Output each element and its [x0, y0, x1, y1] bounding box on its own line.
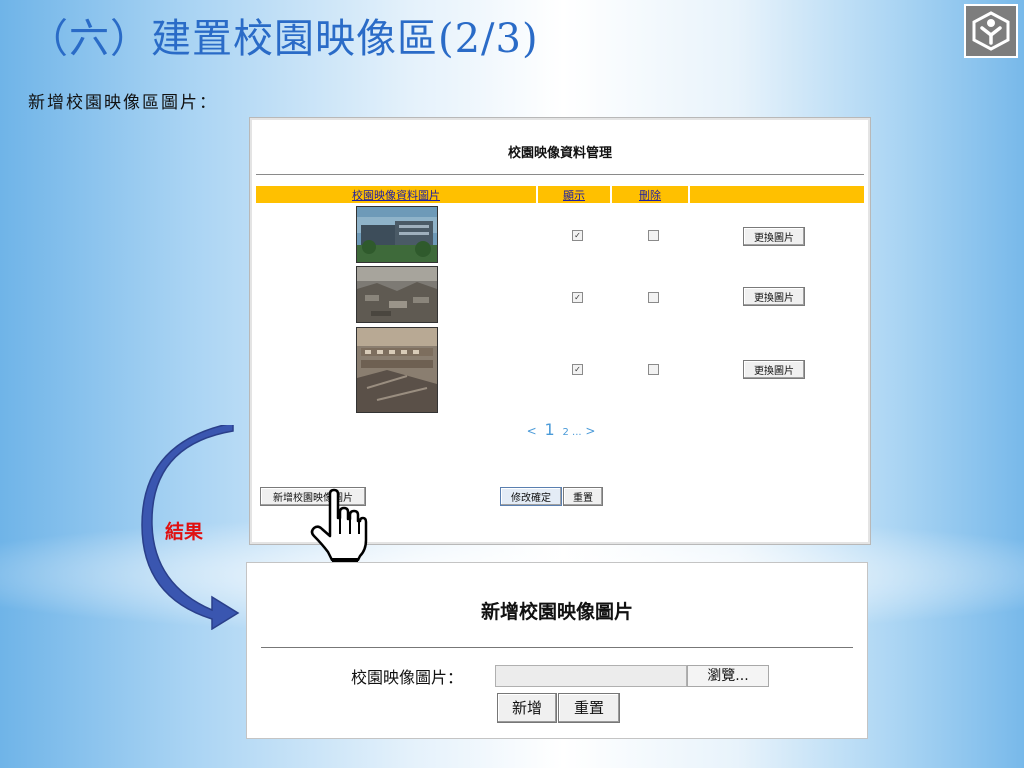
campus-rubble-photo [357, 267, 437, 322]
reset-button[interactable]: 重置 [563, 487, 603, 506]
show-checkbox[interactable]: ✓ [572, 364, 583, 375]
slide-title: （六）建置校園映像區(2/3) [28, 16, 539, 62]
pager-more-pages[interactable]: 2 ... [562, 427, 581, 438]
hand-pointer-icon [310, 488, 368, 562]
pagination: < 1 2 ... > [250, 420, 872, 439]
organization-logo-icon [964, 4, 1018, 58]
header-image[interactable]: 校園映像資料圖片 [256, 187, 536, 203]
logo-graphic [972, 11, 1010, 51]
replace-image-button[interactable]: 更換圖片 [743, 227, 805, 246]
campus-image-thumbnail [356, 327, 438, 413]
reset-button[interactable]: 重置 [558, 693, 620, 723]
confirm-changes-button[interactable]: 修改確定 [500, 487, 562, 506]
header-divider [688, 186, 690, 203]
panel-title: 新增校園映像圖片 [480, 601, 633, 623]
delete-checkbox[interactable] [648, 292, 659, 303]
campus-image-management-panel: 校園映像資料管理 校園映像資料圖片 顯示 刪除 ✓ 更換圖片 ✓ 更換圖片 ✓ … [249, 117, 871, 545]
image-field-label: 校園映像圖片： [351, 668, 464, 687]
pager-prev[interactable]: < [527, 424, 537, 438]
campus-building-photo [357, 207, 437, 262]
panel-title: 校園映像資料管理 [507, 146, 612, 161]
pager-next[interactable]: > [585, 424, 595, 438]
pager-current-page[interactable]: 1 [544, 420, 554, 439]
divider [256, 174, 864, 175]
header-delete[interactable]: 刪除 [612, 187, 688, 203]
show-checkbox[interactable]: ✓ [572, 292, 583, 303]
slide-subtitle: 新增校園映像區圖片： [28, 93, 218, 113]
replace-image-button[interactable]: 更換圖片 [743, 360, 805, 379]
result-label: 結果 [165, 521, 204, 543]
campus-image-thumbnail [356, 266, 438, 323]
replace-image-button[interactable]: 更換圖片 [743, 287, 805, 306]
delete-checkbox[interactable] [648, 364, 659, 375]
browse-button[interactable]: 瀏覽... [687, 665, 769, 687]
file-path-field[interactable] [495, 665, 687, 687]
delete-checkbox[interactable] [648, 230, 659, 241]
collapsed-building-photo [357, 328, 437, 412]
add-button[interactable]: 新增 [497, 693, 557, 723]
campus-image-thumbnail [356, 206, 438, 263]
add-campus-image-panel: 新增校園映像圖片 校園映像圖片： 瀏覽... 新增 重置 [246, 562, 868, 739]
header-show[interactable]: 顯示 [538, 187, 610, 203]
divider [261, 647, 853, 648]
show-checkbox[interactable]: ✓ [572, 230, 583, 241]
table-header: 校園映像資料圖片 顯示 刪除 [256, 186, 864, 203]
